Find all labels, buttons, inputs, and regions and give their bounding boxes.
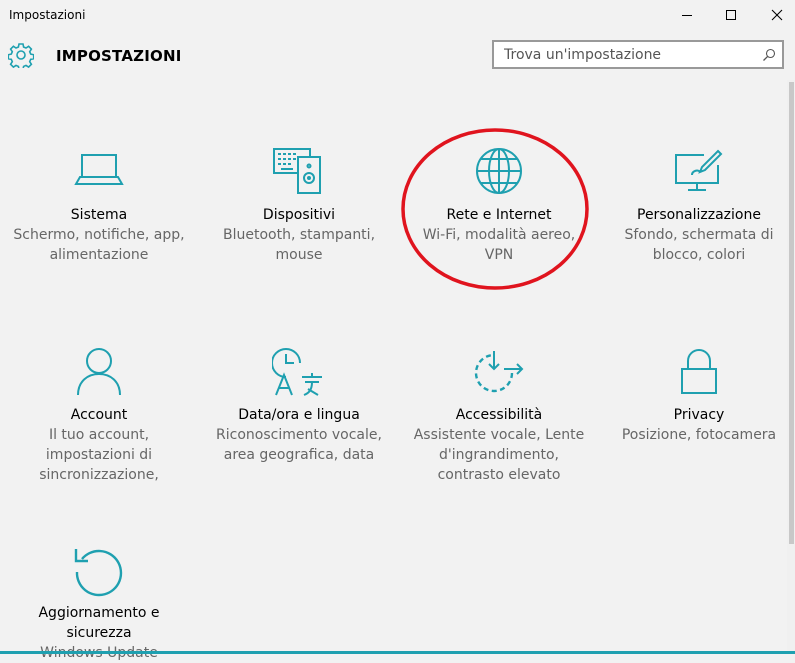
window-title: Impostazioni	[9, 8, 86, 22]
tile-title: Rete e Internet	[446, 207, 552, 223]
tile-desc-line: Il tuo account,	[48, 427, 150, 443]
globe-icon	[476, 148, 522, 194]
accessibility-icon	[474, 351, 524, 393]
tile-desc-line: Sfondo, schermata di	[624, 227, 774, 243]
tile-desc-line: sincronizzazione,	[39, 467, 159, 483]
lock-icon	[681, 349, 717, 394]
tile-desc-line: Wi-Fi, modalità aereo,	[422, 227, 576, 243]
search-input[interactable]	[494, 42, 764, 67]
search-box[interactable]	[492, 40, 784, 69]
tile-account[interactable]: Account Il tuo account, impostazioni di …	[4, 347, 194, 485]
tile-desc-line: VPN	[484, 247, 514, 263]
tile-desc-line: Assistente vocale, Lente	[413, 427, 585, 443]
header: IMPOSTAZIONI	[0, 30, 795, 80]
tile-aggiornamento-sicurezza[interactable]: Aggiornamento e sicurezza Windows Update	[4, 545, 194, 663]
tile-title-line: sicurezza	[66, 625, 132, 641]
tile-personalizzazione[interactable]: Personalizzazione Sfondo, schermata di b…	[604, 147, 794, 265]
tile-title: Privacy	[673, 407, 725, 423]
devices-icon	[273, 148, 321, 194]
tile-desc-line: mouse	[275, 247, 323, 263]
update-icon	[74, 549, 123, 597]
tile-title: Data/ora e lingua	[238, 407, 360, 423]
gear-icon	[8, 43, 34, 68]
tile-desc-line: Posizione, fotocamera	[621, 427, 777, 443]
tile-data-ora-lingua[interactable]: Data/ora e lingua Riconoscimento vocale,…	[204, 347, 394, 465]
tile-rete-internet[interactable]: Rete e Internet Wi-Fi, modalità aereo, V…	[404, 147, 594, 265]
tile-sistema[interactable]: Sistema Schermo, notifiche, app, aliment…	[4, 147, 194, 265]
laptop-icon	[74, 154, 124, 185]
minimize-button[interactable]	[664, 0, 710, 30]
page-title: IMPOSTAZIONI	[56, 47, 182, 65]
tile-desc-line: impostazioni di	[45, 447, 153, 463]
maximize-icon	[726, 10, 736, 20]
tile-accessibilita[interactable]: Accessibilità Assistente vocale, Lente d…	[404, 347, 594, 485]
close-button[interactable]	[754, 0, 795, 30]
tile-desc-line: contrasto elevato	[437, 467, 561, 483]
tile-desc-line: Bluetooth, stampanti,	[222, 227, 376, 243]
person-icon	[77, 348, 121, 396]
close-icon	[771, 9, 783, 21]
tile-desc-line: alimentazione	[49, 247, 149, 263]
tile-title: Dispositivi	[262, 207, 336, 223]
tile-desc-line: d'ingrandimento,	[439, 447, 559, 463]
tile-title: Personalizzazione	[637, 207, 761, 223]
tile-desc-line: area geografica, data	[223, 447, 375, 463]
minimize-icon	[682, 15, 692, 16]
time-language-icon	[272, 348, 322, 396]
tile-title: Sistema	[70, 207, 128, 223]
tile-desc-line: Riconoscimento vocale,	[216, 427, 382, 443]
tile-title-line: Aggiornamento e	[38, 605, 160, 621]
tile-dispositivi[interactable]: Dispositivi Bluetooth, stampanti, mouse	[204, 147, 394, 265]
tile-privacy[interactable]: Privacy Posizione, fotocamera	[604, 347, 794, 445]
maximize-button[interactable]	[708, 0, 754, 30]
title-bar: Impostazioni	[0, 0, 795, 30]
tile-desc-line: blocco, colori	[652, 247, 746, 263]
tile-title: Account	[70, 407, 128, 423]
search-icon[interactable]	[762, 48, 776, 62]
personalize-icon	[675, 149, 723, 191]
tile-desc-line: Schermo, notifiche, app,	[13, 227, 185, 243]
tile-title: Accessibilità	[455, 407, 543, 423]
